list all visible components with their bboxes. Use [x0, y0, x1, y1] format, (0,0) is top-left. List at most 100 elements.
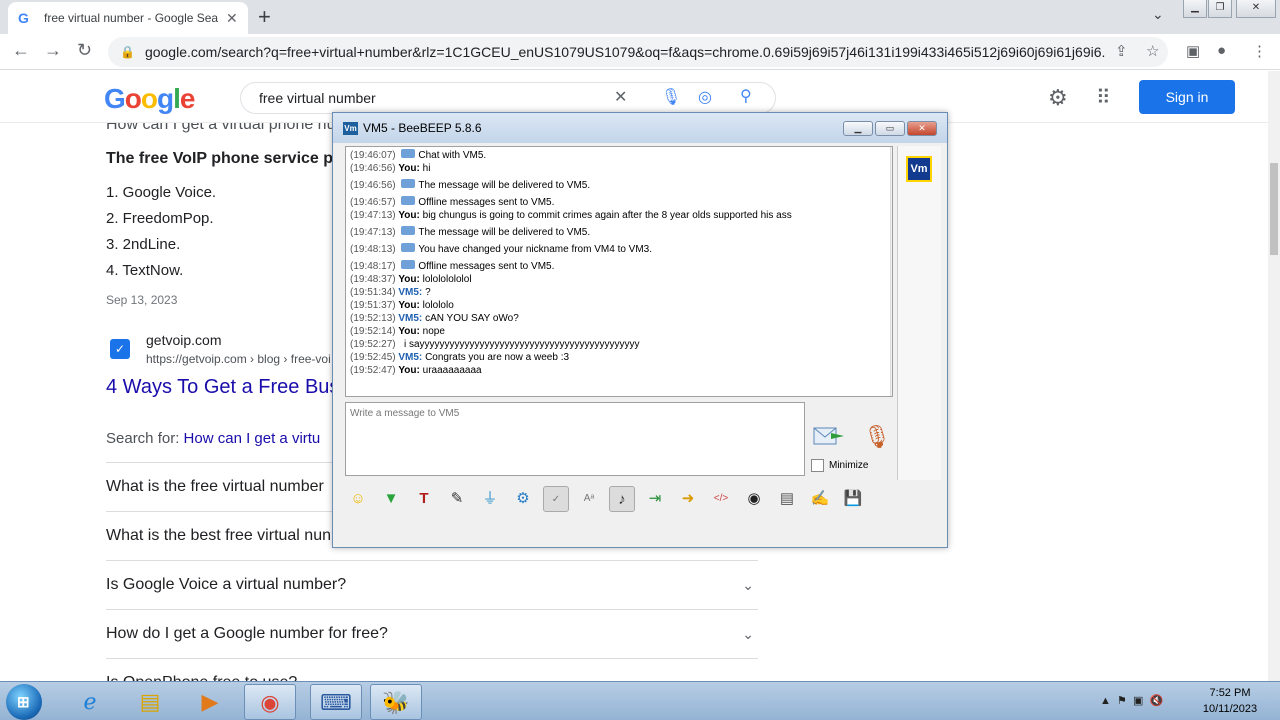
- paa-question: What is the free virtual number: [106, 478, 324, 495]
- chrome-taskbar-icon[interactable]: ◉: [244, 684, 296, 720]
- google-apps-icon[interactable]: ⠿: [1096, 85, 1111, 110]
- keyboard-app-icon[interactable]: ⌨: [310, 684, 362, 720]
- google-logo[interactable]: Google: [104, 83, 195, 115]
- result-title-link[interactable]: 4 Ways To Get a Free Bus: [106, 376, 339, 399]
- send-folder-icon[interactable]: ➜: [675, 486, 701, 512]
- font-icon[interactable]: T: [411, 486, 437, 512]
- screenshot-icon[interactable]: ◉: [741, 486, 767, 512]
- beebeep-minimize-button[interactable]: ▁: [843, 121, 873, 136]
- window-minimize-icon[interactable]: ▁: [1183, 0, 1207, 18]
- sign-in-button[interactable]: Sign in: [1139, 80, 1235, 114]
- system-tray-icons[interactable]: ▲ ⚑ ▣ 🔇: [1100, 694, 1163, 707]
- chat-line: (19:46:07) Chat with VM5.: [350, 149, 888, 162]
- people-also-ask-item[interactable]: Is Google Voice a virtual number? ⌄: [106, 560, 758, 609]
- voice-search-icon[interactable]: 🎙: [661, 87, 681, 107]
- avatar[interactable]: Vm: [906, 156, 932, 182]
- list-item: 4. TextNow.: [106, 262, 184, 279]
- page-scrollbar[interactable]: [1268, 71, 1280, 681]
- chat-timestamp: (19:51:34): [350, 287, 396, 298]
- chat-sender: VM5:: [398, 313, 423, 324]
- page-scrollbar-thumb[interactable]: [1270, 163, 1278, 255]
- beebeep-taskbar-icon[interactable]: 🐝: [370, 684, 422, 720]
- system-message-icon: [401, 226, 416, 235]
- people-also-ask-item[interactable]: How do I get a Google number for free? ⌄: [106, 609, 758, 658]
- chat-sender: VM5:: [398, 352, 423, 363]
- chat-log-scrollbar[interactable]: ▲ ▼: [890, 147, 892, 396]
- chat-timestamp: (19:52:14): [350, 326, 396, 337]
- paa-question: How do I get a Google number for free?: [106, 625, 388, 642]
- minimize-checkbox[interactable]: [811, 459, 824, 472]
- internet-explorer-icon[interactable]: ℯ: [64, 684, 116, 720]
- voice-message-icon[interactable]: 🎙: [863, 424, 891, 450]
- chat-line: (19:47:13) The message will be delivered…: [350, 226, 888, 239]
- profile-icon[interactable]: ●: [1217, 42, 1226, 59]
- search-for-link[interactable]: How can I get a virtu: [184, 430, 321, 447]
- new-tab-icon[interactable]: +: [258, 4, 271, 30]
- emoji-icon[interactable]: ☺: [345, 486, 371, 512]
- address-bar[interactable]: 🔒 google.com/search?q=free+virtual+numbe…: [108, 37, 1168, 67]
- side-panel-icon[interactable]: ▣: [1186, 42, 1200, 60]
- tab-close-icon[interactable]: ✕: [226, 10, 238, 27]
- settings-icon[interactable]: ⚙: [510, 486, 536, 512]
- chat-sender: You:: [398, 326, 420, 337]
- chat-log[interactable]: (19:46:07) Chat with VM5. (19:46:56) You:…: [345, 146, 893, 397]
- chat-timestamp: (19:52:13): [350, 313, 396, 324]
- paa-question: What is the best free virtual nun: [106, 527, 331, 544]
- chat-sender: You:: [398, 210, 420, 221]
- chat-sender: You:: [398, 274, 420, 285]
- send-file-icon[interactable]: ⇥: [642, 486, 668, 512]
- chat-timestamp: (19:46:56): [350, 180, 396, 191]
- menu-icon[interactable]: ⋮: [1252, 42, 1267, 60]
- chat-timestamp: (19:48:13): [350, 244, 396, 255]
- forward-icon[interactable]: →: [44, 40, 62, 61]
- chevron-down-icon[interactable]: ⌄: [742, 610, 754, 658]
- message-input[interactable]: Write a message to VM5: [345, 402, 805, 476]
- beebeep-maximize-button[interactable]: ▭: [875, 121, 905, 136]
- lens-icon[interactable]: ◎: [698, 87, 712, 107]
- send-message-icon[interactable]: [813, 425, 845, 447]
- filter-icon[interactable]: ⏚: [477, 486, 503, 512]
- highlight-icon[interactable]: ▼: [378, 486, 404, 512]
- beebeep-close-button[interactable]: ✕: [907, 121, 937, 136]
- result-site-url[interactable]: https://getvoip.com › blog › free-voi: [146, 352, 331, 366]
- bookmark-star-icon[interactable]: ☆: [1146, 42, 1159, 60]
- list-item: 2. FreedomPop.: [106, 210, 214, 227]
- reload-icon[interactable]: ↻: [77, 40, 92, 61]
- chat-timestamp: (19:46:56): [350, 163, 396, 174]
- media-player-icon[interactable]: ▶: [184, 684, 236, 720]
- word-complete-icon[interactable]: Aᵃ: [576, 486, 602, 512]
- start-button[interactable]: ⊞: [6, 684, 42, 720]
- tab-search-icon[interactable]: ⌄: [1152, 6, 1164, 23]
- spellcheck-icon[interactable]: ✓: [543, 486, 569, 512]
- save-icon[interactable]: 💾: [840, 486, 866, 512]
- chat-line: (19:52:14) You: nope: [350, 325, 888, 338]
- beebeep-user-panel: Vm: [897, 146, 941, 480]
- browser-tab[interactable]: G free virtual number - Google Sea ✕: [8, 2, 248, 34]
- color-icon[interactable]: ✎: [444, 486, 470, 512]
- result-site-name[interactable]: getvoip.com: [146, 332, 221, 348]
- search-icon[interactable]: ⚲: [740, 86, 752, 106]
- music-icon[interactable]: ♪: [609, 486, 635, 512]
- taskbar-clock[interactable]: 7:52 PM 10/11/2023: [1190, 685, 1270, 717]
- chevron-down-icon[interactable]: ⌄: [742, 561, 754, 609]
- back-icon[interactable]: ←: [12, 40, 30, 61]
- code-icon[interactable]: </>: [708, 486, 734, 512]
- window-restore-icon[interactable]: ❐: [1208, 0, 1232, 18]
- lock-icon[interactable]: 🔒: [120, 45, 135, 59]
- system-message-icon: [401, 149, 416, 158]
- archive-icon[interactable]: ▤: [774, 486, 800, 512]
- clear-search-icon[interactable]: ✕: [614, 87, 627, 107]
- notes-icon[interactable]: ✍: [807, 486, 833, 512]
- chat-message-text: You have changed your nickname from VM4 …: [418, 244, 653, 255]
- settings-gear-icon[interactable]: ⚙: [1048, 85, 1068, 111]
- file-explorer-icon[interactable]: ▤: [124, 684, 176, 720]
- chat-timestamp: (19:46:57): [350, 197, 396, 208]
- chat-line: (19:47:13) You: big chungus is going to …: [350, 209, 888, 222]
- chat-timestamp: (19:48:17): [350, 261, 396, 272]
- minimize-label: Minimize: [829, 460, 869, 471]
- share-icon[interactable]: ⇪: [1115, 42, 1128, 60]
- beebeep-app-icon: Vm: [343, 121, 358, 135]
- google-search-input[interactable]: free virtual number: [240, 82, 776, 114]
- window-close-icon[interactable]: ✕: [1236, 0, 1276, 18]
- getvoip-favicon-icon: ✓: [110, 339, 130, 359]
